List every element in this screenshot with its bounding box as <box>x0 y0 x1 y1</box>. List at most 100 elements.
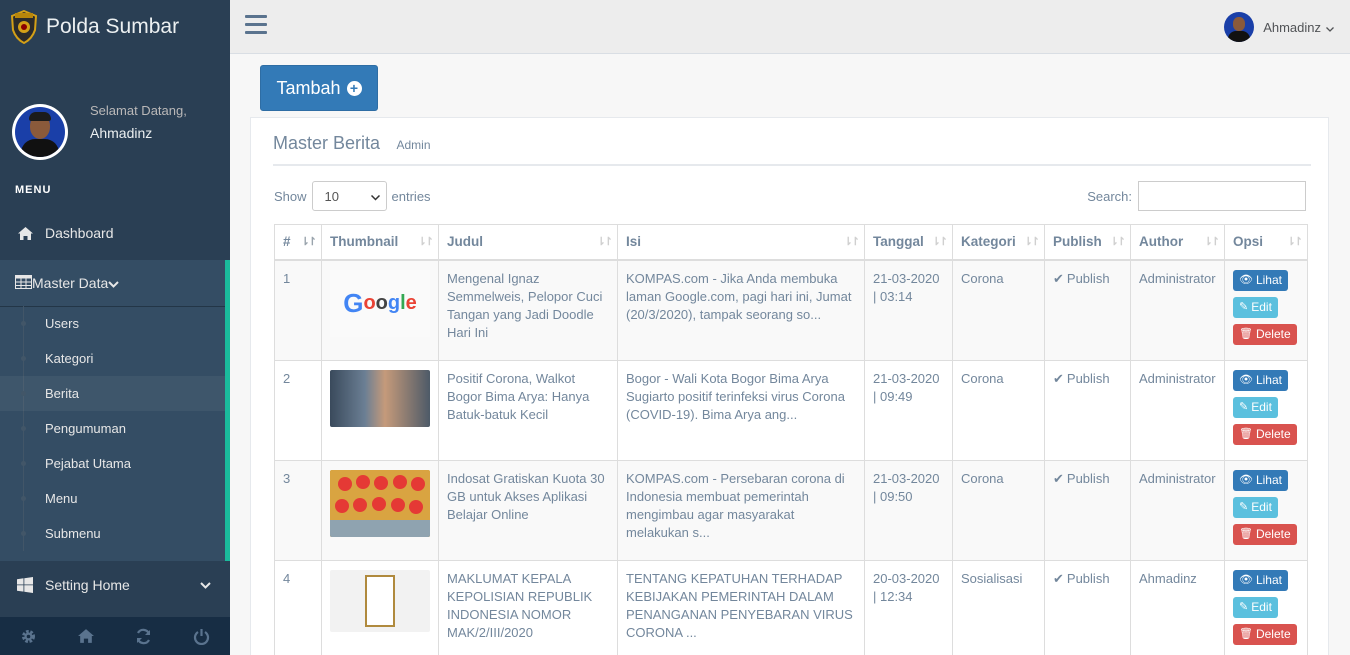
sidebar-item-label: Kategori <box>45 351 94 366</box>
sidebar-item-label: Users <box>45 316 79 331</box>
plus-circle-icon: + <box>346 80 362 96</box>
gear-icon[interactable] <box>0 617 58 655</box>
sort-asc-icon: ⇂↾ <box>300 236 318 248</box>
sidebar-item-label: Setting Home <box>45 577 130 593</box>
table-row: 3 Indosat Gratiskan Kuota 30 GB untuk Ak… <box>274 459 1308 561</box>
brand[interactable]: Polda Sumbar <box>0 0 230 54</box>
avatar <box>12 103 68 160</box>
trash-icon: 🗑 <box>1239 528 1253 540</box>
edit-button[interactable]: ✎ Edit <box>1233 496 1278 518</box>
thumbnail-image[interactable] <box>330 369 430 427</box>
top-navbar: Ahmadinz <box>230 0 1350 54</box>
lihat-button[interactable]: 👁 Lihat <box>1233 469 1288 491</box>
master-data-group: Master Data Users Kategori Berita Pengum… <box>0 260 230 561</box>
sidebar-item-dashboard[interactable]: Dashboard <box>0 206 230 260</box>
delete-button[interactable]: 🗑 Delete <box>1233 523 1297 545</box>
thumbnail-image[interactable] <box>330 569 430 632</box>
table-row: 4 MAKLUMAT KEPALA KEPOLISIAN REPUBLIK IN… <box>274 559 1308 655</box>
search-input[interactable] <box>1138 181 1306 211</box>
user-menu[interactable]: Ahmadinz <box>1224 12 1334 42</box>
column-header-isi[interactable]: Isi ⇂↾ <box>617 224 865 261</box>
add-berita-button[interactable]: Tambah + <box>260 65 378 111</box>
column-header-tanggal[interactable]: Tanggal ⇂↾ <box>864 224 953 261</box>
master-berita-panel: Master Berita Admin Show 10 entries Sear… <box>250 117 1329 655</box>
entries-value: 10 <box>324 188 339 204</box>
cell-kategori: Sosialisasi <box>952 559 1045 655</box>
sort-icon: ⇂↾ <box>1023 236 1041 248</box>
cell-judul: Indosat Gratiskan Kuota 30 GB untuk Akse… <box>438 459 618 561</box>
sidebar-item-master-data[interactable]: Master Data <box>0 260 225 306</box>
power-icon[interactable] <box>173 617 231 655</box>
chevron-down-icon <box>108 275 119 291</box>
sort-icon: ⇂↾ <box>417 236 435 248</box>
cell-publish: ✔ Publish <box>1044 459 1131 561</box>
sidebar-item-kategori[interactable]: Kategori <box>0 341 225 376</box>
column-header-thumbnail[interactable]: Thumbnail ⇂↾ <box>321 224 439 261</box>
eye-icon: 👁 <box>1239 574 1253 586</box>
sidebar-item-menu[interactable]: Menu <box>0 481 225 516</box>
sort-icon: ⇂↾ <box>596 236 614 248</box>
cell-kategori: Corona <box>952 259 1045 361</box>
column-header-publish[interactable]: Publish ⇂↾ <box>1044 224 1131 261</box>
cell-author: Ahmadinz <box>1130 559 1225 655</box>
sidebar-item-pengumuman[interactable]: Pengumuman <box>0 411 225 446</box>
check-icon: ✔ <box>1053 370 1064 386</box>
thumbnail-image[interactable] <box>330 469 430 537</box>
table-row: 1 Google Mengenal Ignaz Semmelweis, Pelo… <box>274 259 1308 361</box>
edit-button[interactable]: ✎ Edit <box>1233 596 1278 618</box>
cell-author: Administrator <box>1130 459 1225 561</box>
panel-subtitle: Admin <box>396 138 431 152</box>
cell-no: 4 <box>274 559 322 655</box>
cell-isi: Bogor - Wali Kota Bogor Bima Arya Sugiar… <box>617 359 865 461</box>
chevron-down-icon <box>200 578 211 592</box>
delete-button[interactable]: 🗑 Delete <box>1233 423 1297 445</box>
chevron-down-icon <box>1326 20 1334 35</box>
cell-publish: ✔ Publish <box>1044 259 1131 361</box>
sidebar-footer <box>0 617 230 655</box>
cell-isi: TENTANG KEPATUHAN TERHADAP KEBIJAKAN PEM… <box>617 559 865 655</box>
column-header-opsi[interactable]: Opsi ⇂↾ <box>1224 224 1308 261</box>
lihat-button[interactable]: 👁 Lihat <box>1233 569 1288 591</box>
sidebar-item-submenu[interactable]: Submenu <box>0 516 225 551</box>
delete-button[interactable]: 🗑 Delete <box>1233 623 1297 645</box>
panel-header: Master Berita Admin <box>273 133 1311 166</box>
column-header-author[interactable]: Author ⇂↾ <box>1130 224 1225 261</box>
trash-icon: 🗑 <box>1239 428 1253 440</box>
check-icon: ✔ <box>1053 470 1064 486</box>
sidebar-item-setting-home[interactable]: Setting Home <box>0 561 230 609</box>
cell-thumbnail <box>321 559 439 655</box>
menu-toggle-icon[interactable] <box>245 15 267 39</box>
lihat-button[interactable]: 👁 Lihat <box>1233 269 1288 291</box>
cell-opsi: 👁 Lihat ✎ Edit 🗑 Delete <box>1224 559 1308 655</box>
lihat-button[interactable]: 👁 Lihat <box>1233 369 1288 391</box>
refresh-icon[interactable] <box>115 617 173 655</box>
sort-icon: ⇂↾ <box>931 236 949 248</box>
panel-title: Master Berita <box>273 133 381 153</box>
delete-button[interactable]: 🗑 Delete <box>1233 323 1297 345</box>
cell-no: 1 <box>274 259 322 361</box>
edit-button[interactable]: ✎ Edit <box>1233 296 1278 318</box>
button-label: Tambah <box>276 77 341 98</box>
column-header-kategori[interactable]: Kategori ⇂↾ <box>952 224 1045 261</box>
entries-select[interactable]: 10 <box>311 181 387 211</box>
cell-publish: ✔ Publish <box>1044 359 1131 461</box>
column-header-judul[interactable]: Judul ⇂↾ <box>438 224 618 261</box>
police-badge-icon <box>10 10 38 44</box>
sidebar-item-pejabat-utama[interactable]: Pejabat Utama <box>0 446 225 481</box>
welcome-text: Selamat Datang, <box>90 102 187 118</box>
thumbnail-image[interactable]: Google <box>330 269 430 337</box>
table-icon <box>15 274 32 292</box>
sidebar-item-label: Menu <box>45 491 78 506</box>
pencil-icon: ✎ <box>1239 301 1249 313</box>
home-icon[interactable] <box>58 617 116 655</box>
pencil-icon: ✎ <box>1239 501 1249 513</box>
check-icon: ✔ <box>1053 570 1064 586</box>
cell-thumbnail: Google <box>321 259 439 361</box>
search-label: Search: <box>1087 188 1132 204</box>
cell-tanggal: 20-03-2020 | 12:34 <box>864 559 953 655</box>
sidebar-item-users[interactable]: Users <box>0 306 225 341</box>
edit-button[interactable]: ✎ Edit <box>1233 396 1278 418</box>
column-header-no[interactable]: # ⇂↾ <box>274 224 322 261</box>
cell-opsi: 👁 Lihat ✎ Edit 🗑 Delete <box>1224 259 1308 361</box>
sidebar-item-berita[interactable]: Berita <box>0 376 225 411</box>
